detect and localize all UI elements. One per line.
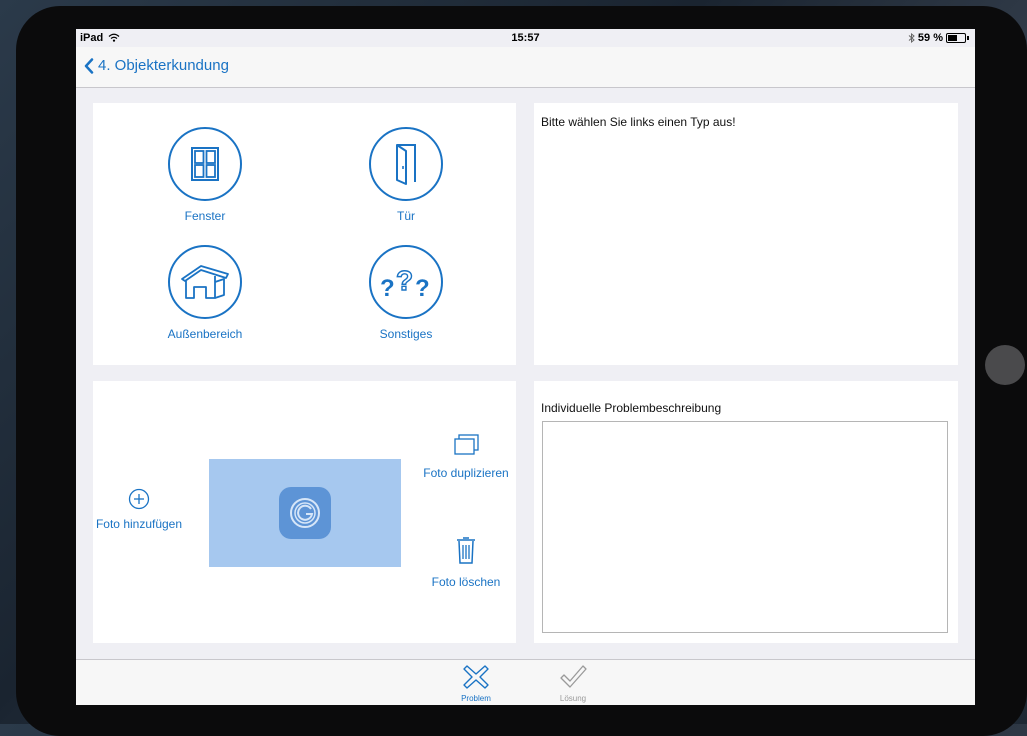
add-photo-label: Foto hinzufügen bbox=[95, 517, 183, 531]
plus-circle-icon bbox=[128, 488, 150, 510]
duplicate-photo-button[interactable]: Foto duplizieren bbox=[416, 433, 516, 480]
duplicate-photo-label: Foto duplizieren bbox=[423, 466, 509, 480]
trash-icon bbox=[457, 537, 475, 564]
type-hint-text: Bitte wählen Sie links einen Typ aus! bbox=[541, 115, 736, 129]
add-photo-button[interactable]: Foto hinzufügen bbox=[93, 488, 185, 531]
chevron-left-icon bbox=[84, 57, 94, 74]
description-label: Individuelle Problembeschreibung bbox=[541, 401, 722, 415]
type-aussenbereich[interactable]: Außenbereich bbox=[140, 245, 270, 341]
battery-level bbox=[948, 35, 957, 41]
question-marks-icon: ? ? ? bbox=[380, 264, 430, 302]
type-fenster-circle bbox=[168, 127, 242, 201]
tab-loesung-label: Lösung bbox=[559, 694, 587, 703]
back-label: 4. Objekterkundung bbox=[98, 57, 229, 74]
type-details-panel: Bitte wählen Sie links einen Typ aus! bbox=[534, 103, 958, 365]
type-aussenbereich-label: Außenbereich bbox=[167, 327, 243, 341]
type-sonstiges-circle: ? ? ? bbox=[369, 245, 443, 319]
tab-problem-label: Problem bbox=[461, 694, 491, 703]
status-bar: iPad 15:57 59 % bbox=[76, 29, 975, 47]
back-button[interactable]: 4. Objekterkundung bbox=[84, 57, 229, 74]
type-selection-panel: Fenster Tür Außenbereich ? ? ? Sonstiges bbox=[93, 103, 516, 365]
battery-tip bbox=[967, 36, 969, 40]
app-logo-icon bbox=[279, 487, 331, 539]
status-right: 59 % bbox=[908, 32, 969, 44]
type-fenster[interactable]: Fenster bbox=[140, 127, 270, 223]
photo-panel: Foto hinzufügen Foto duplizieren Foto lö… bbox=[93, 381, 516, 643]
status-time: 15:57 bbox=[511, 32, 540, 44]
screen: iPad 15:57 59 % 4. Objekterkundung Fenst… bbox=[76, 29, 975, 705]
delete-photo-button[interactable]: Foto löschen bbox=[416, 536, 516, 589]
svg-text:?: ? bbox=[415, 275, 430, 302]
bluetooth-icon bbox=[908, 33, 915, 43]
description-textarea[interactable] bbox=[542, 421, 948, 633]
navigation-bar: 4. Objekterkundung bbox=[76, 47, 975, 88]
x-icon bbox=[463, 665, 489, 689]
type-tuer-circle bbox=[369, 127, 443, 201]
type-tuer[interactable]: Tür bbox=[341, 127, 471, 223]
logo-mark-icon bbox=[290, 498, 320, 528]
house-icon bbox=[181, 265, 229, 299]
svg-text:?: ? bbox=[396, 265, 413, 296]
delete-photo-label: Foto löschen bbox=[431, 575, 501, 589]
checkmark-icon bbox=[560, 665, 587, 688]
description-panel: Individuelle Problembeschreibung bbox=[534, 381, 958, 643]
svg-text:?: ? bbox=[380, 275, 395, 302]
home-button[interactable] bbox=[985, 345, 1025, 385]
type-sonstiges-label: Sonstiges bbox=[379, 327, 433, 341]
tab-bar: Problem Lösung bbox=[76, 659, 975, 705]
photo-thumbnail[interactable] bbox=[209, 459, 401, 567]
type-aussenbereich-circle bbox=[168, 245, 242, 319]
door-icon bbox=[396, 144, 416, 185]
duplicate-icon bbox=[454, 434, 479, 455]
tab-problem[interactable]: Problem bbox=[446, 664, 506, 703]
battery-icon bbox=[946, 33, 966, 43]
battery-percent: 59 % bbox=[917, 32, 943, 44]
type-tuer-label: Tür bbox=[397, 209, 415, 223]
tab-loesung[interactable]: Lösung bbox=[543, 664, 603, 703]
type-sonstiges[interactable]: ? ? ? Sonstiges bbox=[341, 245, 471, 341]
window-icon bbox=[191, 147, 219, 181]
type-fenster-label: Fenster bbox=[184, 209, 226, 223]
